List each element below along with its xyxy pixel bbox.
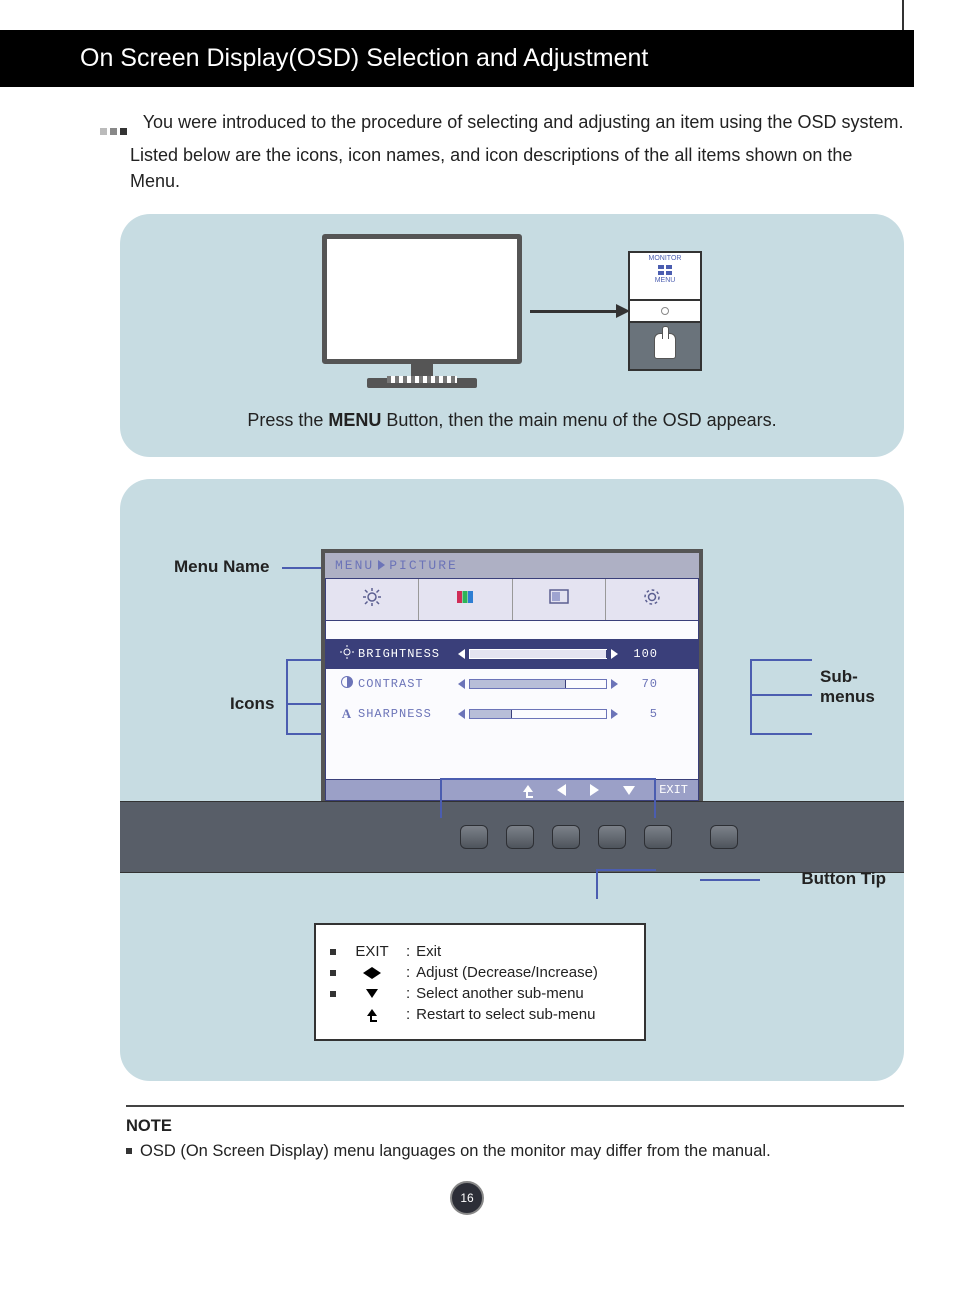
legend-key <box>344 967 400 979</box>
hardware-button[interactable] <box>598 825 626 849</box>
left-icon[interactable] <box>557 783 566 797</box>
intro-text: You were introduced to the procedure of … <box>130 112 903 191</box>
legend-key <box>344 989 400 998</box>
hardware-button[interactable] <box>506 825 534 849</box>
zoom-menu-label: MENU <box>630 277 700 284</box>
sharpness-icon: A <box>336 706 358 722</box>
increase-icon <box>611 709 618 719</box>
legend-row: EXIT:Exit <box>330 943 630 960</box>
section-heading: On Screen Display(OSD) Selection and Adj… <box>0 30 914 87</box>
hand-press-icon <box>654 333 676 359</box>
label-button-tip: Button Tip <box>801 869 886 889</box>
screen-icon <box>548 587 570 607</box>
monitor-illustration <box>322 234 522 388</box>
exit-label[interactable]: EXIT <box>659 783 688 797</box>
settings-icon <box>641 587 663 607</box>
setting-name: CONTRAST <box>358 677 458 691</box>
color-icon <box>454 587 476 607</box>
osd-row[interactable]: CONTRAST 70 <box>326 669 698 699</box>
panel-caption: Press the MENU Button, then the main men… <box>150 410 874 431</box>
zoom-arrow-icon <box>530 310 620 313</box>
bullet-icon <box>100 116 130 142</box>
hardware-button[interactable] <box>460 825 488 849</box>
brightness-icon <box>361 587 383 607</box>
decrease-icon <box>458 649 465 659</box>
down-icon[interactable] <box>623 783 635 797</box>
osd-window: MENUPICTURE BRIGHTNESS 100 CONTRAST 70 ASHAR… <box>321 549 703 801</box>
hardware-button[interactable] <box>552 825 580 849</box>
note-text: OSD (On Screen Display) menu languages o… <box>140 1142 771 1160</box>
legend-desc: Restart to select sub-menu <box>416 1006 595 1023</box>
increase-icon <box>611 679 618 689</box>
setting-value: 5 <box>618 707 658 721</box>
osd-row[interactable]: ASHARPNESS 5 <box>326 699 698 729</box>
tab-settings[interactable] <box>606 579 698 620</box>
intro-paragraph: You were introduced to the procedure of … <box>130 109 904 194</box>
button-legend: EXIT:Exit :Adjust (Decrease/Increase) :Se… <box>314 923 646 1041</box>
label-menu-name: Menu Name <box>174 557 269 577</box>
hardware-button[interactable] <box>644 825 672 849</box>
zoom-title: MONITOR <box>630 255 700 262</box>
increase-icon <box>611 649 618 659</box>
legend-key <box>344 1009 400 1020</box>
up-return-icon[interactable] <box>524 783 533 797</box>
right-icon[interactable] <box>590 783 599 797</box>
label-icons: Icons <box>230 694 274 714</box>
contrast-icon <box>336 675 358 693</box>
osd-footer: EXIT <box>325 780 699 801</box>
legend-row: :Select another sub-menu <box>330 985 630 1002</box>
tab-picture[interactable] <box>326 579 419 620</box>
decrease-icon <box>458 679 465 689</box>
page-number: 16 <box>450 1181 484 1215</box>
slider[interactable] <box>458 709 618 719</box>
sun-icon <box>336 645 358 663</box>
osd-row[interactable]: BRIGHTNESS 100 <box>326 639 698 669</box>
note-heading: NOTE <box>126 1117 904 1136</box>
bullet-icon <box>126 1148 132 1154</box>
zoom-callout: MONITOR MENU <box>628 251 702 371</box>
osd-tabbar <box>325 578 699 621</box>
legend-desc: Select another sub-menu <box>416 985 584 1002</box>
note-block: NOTE OSD (On Screen Display) menu langua… <box>126 1117 904 1161</box>
decrease-icon <box>458 709 465 719</box>
legend-row: :Adjust (Decrease/Increase) <box>330 964 630 981</box>
setting-value: 70 <box>618 677 658 691</box>
setting-name: SHARPNESS <box>358 707 458 721</box>
tab-color[interactable] <box>419 579 512 620</box>
legend-row: :Restart to select sub-menu <box>330 1006 630 1023</box>
setting-name: BRIGHTNESS <box>358 647 458 661</box>
label-submenus: Sub-menus <box>820 667 880 707</box>
illustration-panel: MONITOR MENU Press the MENU Button, then… <box>120 214 904 457</box>
manual-page: On Screen Display(OSD) Selection and Adj… <box>0 0 954 1255</box>
legend-desc: Adjust (Decrease/Increase) <box>416 964 598 981</box>
grid-icon <box>658 265 672 275</box>
legend-desc: Exit <box>416 943 441 960</box>
slider[interactable] <box>458 679 618 689</box>
monitor-bezel <box>120 801 904 873</box>
legend-key: EXIT <box>344 943 400 960</box>
slider[interactable] <box>458 649 618 659</box>
osd-breadcrumb: MENUPICTURE <box>325 553 699 578</box>
chevron-right-icon <box>378 560 385 570</box>
osd-explainer-panel: Menu Name Icons Sub-menus MENUPICTURE <box>120 479 904 1081</box>
hardware-button-power[interactable] <box>710 825 738 849</box>
tab-screen[interactable] <box>513 579 606 620</box>
setting-value: 100 <box>618 647 658 661</box>
crop-mark <box>902 0 904 30</box>
